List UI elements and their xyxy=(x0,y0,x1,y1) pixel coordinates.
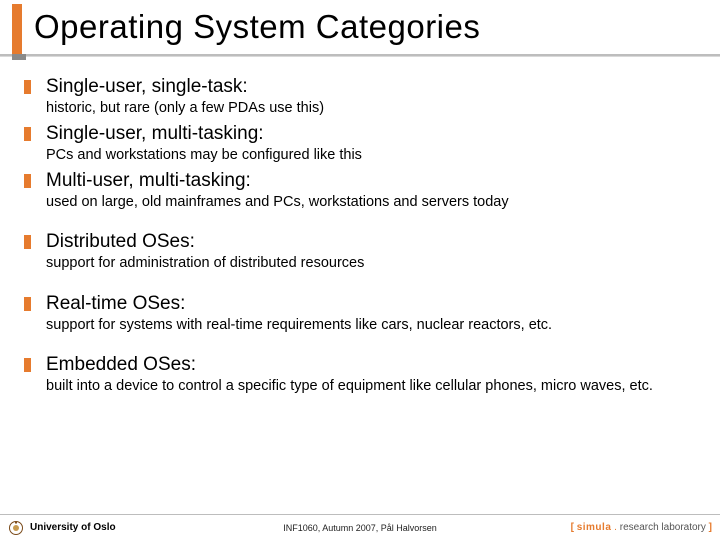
lab-dot: . xyxy=(611,522,619,533)
item-heading: Distributed OSes: xyxy=(46,231,704,253)
lab-simula: simula xyxy=(577,522,612,533)
list-item: Distributed OSes: support for administra… xyxy=(24,231,704,272)
bullet-icon xyxy=(24,127,31,141)
title-accent-bar xyxy=(12,4,22,54)
item-heading: Single-user, multi-tasking: xyxy=(46,123,704,145)
item-desc: historic, but rare (only a few PDAs use … xyxy=(46,99,704,117)
item-desc: built into a device to control a specifi… xyxy=(46,377,704,395)
slide-title: Operating System Categories xyxy=(34,8,720,46)
title-area: Operating System Categories xyxy=(0,0,720,50)
item-desc: support for systems with real-time requi… xyxy=(46,316,704,334)
list-item: Embedded OSes: built into a device to co… xyxy=(24,354,704,395)
list-item: Single-user, multi-tasking: PCs and work… xyxy=(24,123,704,164)
list-item: Single-user, single-task: historic, but … xyxy=(24,76,704,117)
item-desc: support for administration of distribute… xyxy=(46,254,704,272)
course-info: INF1060, Autumn 2007, Pål Halvorsen xyxy=(283,523,437,533)
lab-name: [ simula . research laboratory ] xyxy=(571,522,712,533)
lab-rest: research laboratory xyxy=(620,522,706,533)
slide-body: Single-user, single-task: historic, but … xyxy=(24,76,704,401)
bullet-icon xyxy=(24,80,31,94)
bullet-icon xyxy=(24,235,31,249)
bullet-icon xyxy=(24,174,31,188)
slide: Operating System Categories Single-user,… xyxy=(0,0,720,540)
item-desc: used on large, old mainframes and PCs, w… xyxy=(46,193,704,211)
list-item: Multi-user, multi-tasking: used on large… xyxy=(24,170,704,211)
item-desc: PCs and workstations may be configured l… xyxy=(46,146,704,164)
university-crest-icon xyxy=(8,520,24,536)
footer: University of Oslo INF1060, Autumn 2007,… xyxy=(0,514,720,540)
item-heading: Real-time OSes: xyxy=(46,293,704,315)
item-heading: Single-user, single-task: xyxy=(46,76,704,98)
bullet-icon xyxy=(24,358,31,372)
bullet-icon xyxy=(24,297,31,311)
list-item: Real-time OSes: support for systems with… xyxy=(24,293,704,334)
title-tick xyxy=(12,54,26,60)
item-heading: Multi-user, multi-tasking: xyxy=(46,170,704,192)
bracket-close: ] xyxy=(706,522,712,533)
title-underline xyxy=(0,54,720,56)
item-heading: Embedded OSes: xyxy=(46,354,704,376)
university-name: University of Oslo xyxy=(30,522,116,533)
